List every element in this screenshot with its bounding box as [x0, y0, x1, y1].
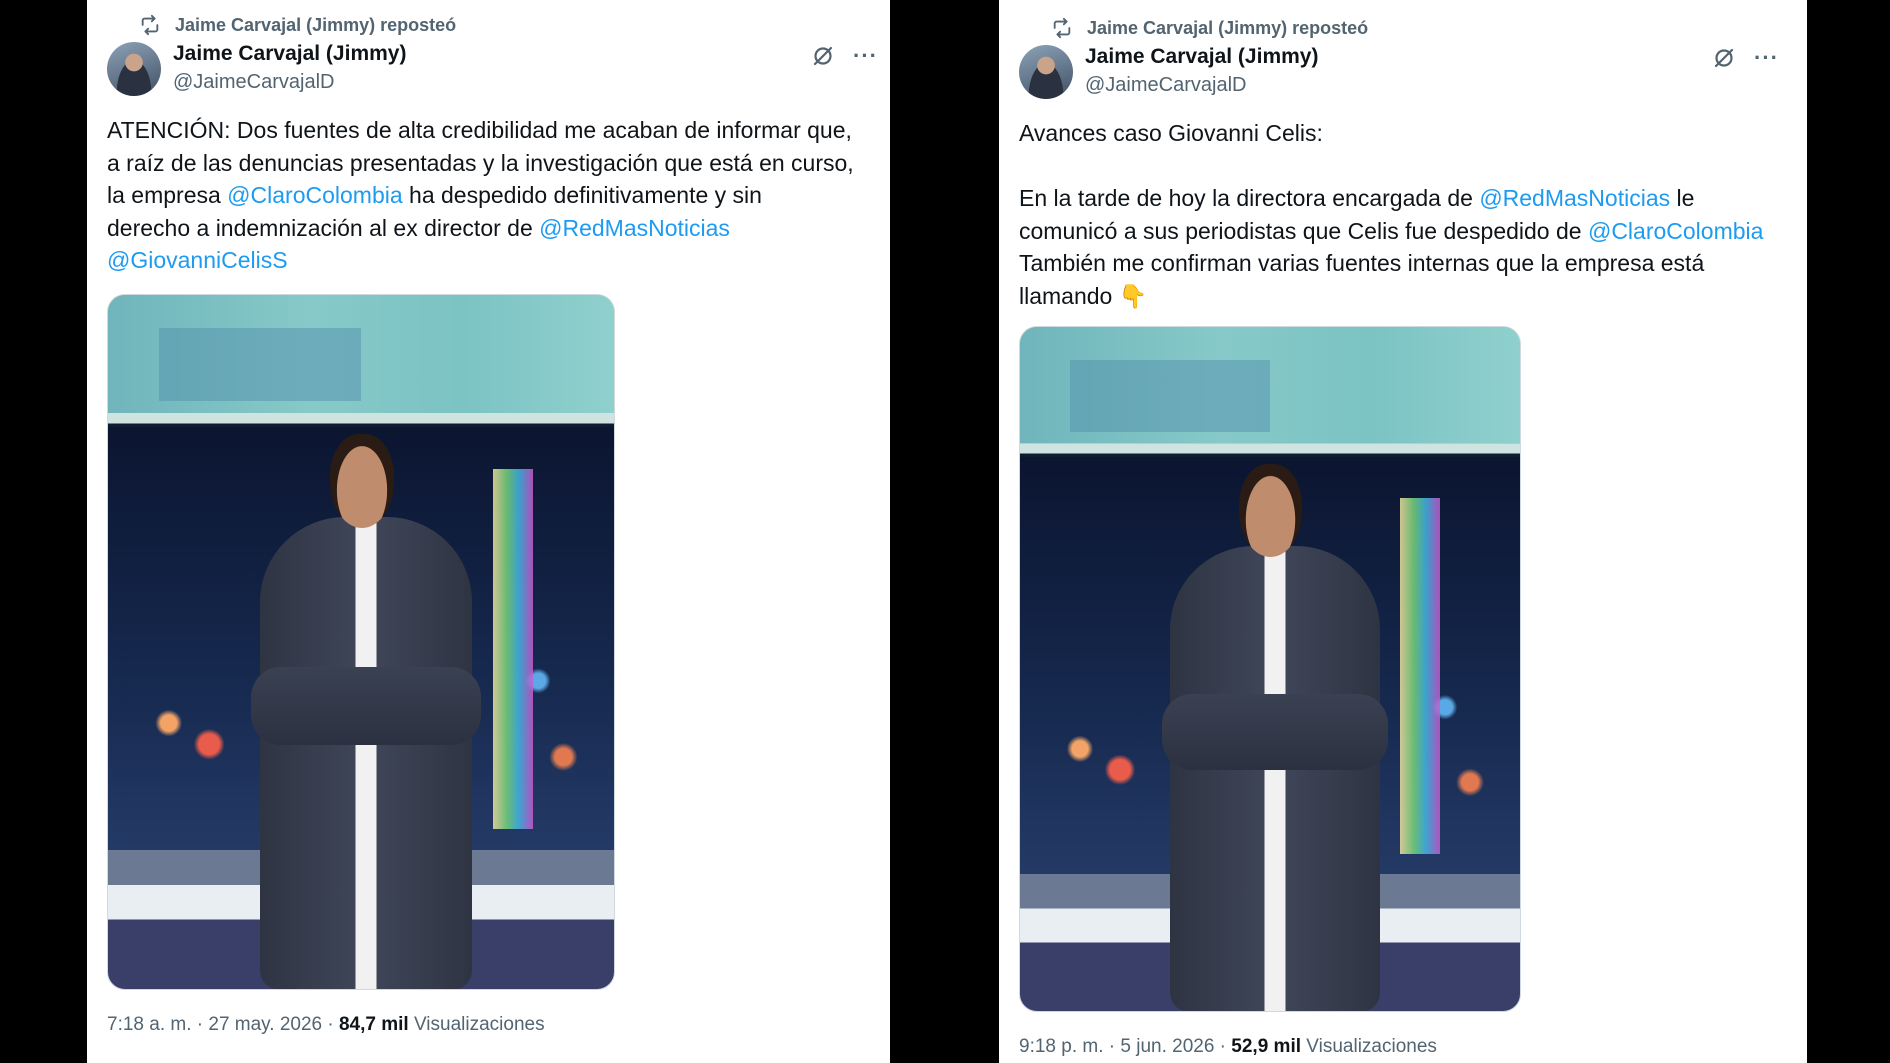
tweet-text-line: En la tarde de hoy la directora encargad…	[1019, 182, 1793, 215]
tweet-text-segment: derecho a indemnización al ex director d…	[107, 214, 540, 241]
photo-person	[251, 433, 481, 989]
tweet-text-segment: Avances caso Giovanni Celis:	[1019, 120, 1323, 146]
screenshot-stage: Jaime Carvajal (Jimmy) reposteó Jaime Ca…	[0, 0, 1890, 1063]
repost-label: Jaime Carvajal (Jimmy) reposteó	[175, 14, 457, 35]
tweet-text: Avances caso Giovanni Celis: En la tarde …	[1019, 117, 1793, 312]
author-block[interactable]: Jaime Carvajal (Jimmy) @JaimeCarvajalD	[1085, 44, 1318, 98]
photo-person-body	[1170, 545, 1380, 1011]
tweet-timestamp[interactable]: 7:18 a. m. · 27 may. 2026 ·	[107, 1014, 339, 1035]
photo-person	[1161, 463, 1389, 1011]
repost-icon	[1053, 17, 1071, 39]
author-handle[interactable]: @JaimeCarvajalD	[1085, 72, 1318, 98]
mention-link[interactable]: @ClaroColombia	[227, 182, 402, 208]
tweet-text-line: También me confirman varias fuentes inte…	[1019, 247, 1793, 280]
mention-link[interactable]: @RedMasNoticias	[1479, 185, 1670, 211]
tweet-text-line: comunicó a sus periodistas que Celis fue…	[1019, 215, 1793, 248]
tweet-text-line: Avances caso Giovanni Celis:	[1019, 117, 1793, 150]
avatar[interactable]	[107, 42, 161, 96]
tweet-card[interactable]: Jaime Carvajal (Jimmy) reposteó Jaime Ca…	[87, 0, 890, 1063]
tweet-text-segment: ha despedido definitivamente y sin	[402, 182, 762, 208]
author-handle[interactable]: @JaimeCarvajalD	[173, 69, 406, 95]
tweet-text-line: llamando 👇	[1019, 280, 1793, 313]
photo-lit-tower	[492, 468, 534, 830]
tweet-media-photo[interactable]	[107, 294, 615, 990]
views-count: 84,7 mil	[338, 1014, 409, 1035]
author-block[interactable]: Jaime Carvajal (Jimmy) @JaimeCarvajalD	[173, 41, 406, 95]
author-name[interactable]: Jaime Carvajal (Jimmy)	[1085, 44, 1318, 70]
tweet-actions-top: ···	[1712, 46, 1779, 70]
tweet-text-line: la empresa @ClaroColombia ha despedido d…	[107, 179, 876, 212]
views-label: Visualizaciones	[408, 1014, 545, 1035]
tweet-card[interactable]: Jaime Carvajal (Jimmy) reposteó Jaime Ca…	[999, 0, 1807, 1063]
author-name[interactable]: Jaime Carvajal (Jimmy)	[173, 41, 406, 67]
tweet-text-line: derecho a indemnización al ex director d…	[107, 212, 876, 245]
tweet-actions-top: ···	[811, 44, 878, 68]
tweet-media-photo[interactable]	[1019, 326, 1521, 1012]
tweet-timestamp[interactable]: 9:18 p. m. · 5 jun. 2026 ·	[1019, 1036, 1231, 1057]
more-icon[interactable]: ···	[853, 45, 878, 67]
repost-icon	[141, 14, 159, 36]
tweet-metadata: 7:18 a. m. · 27 may. 2026 · 84,7 mil Vis…	[107, 1014, 545, 1036]
views-label: Visualizaciones	[1301, 1036, 1437, 1057]
views-count: 52,9 mil	[1231, 1036, 1302, 1057]
photo-person-head	[1239, 463, 1303, 557]
mention-link[interactable]: @GiovanniCelisS	[107, 247, 288, 273]
more-icon[interactable]: ···	[1754, 47, 1779, 69]
photo-person-body	[259, 517, 473, 989]
tweet-text-line: @GiovanniCelisS	[107, 244, 876, 277]
grok-icon[interactable]	[811, 44, 835, 68]
repost-indicator[interactable]: Jaime Carvajal (Jimmy) reposteó	[139, 14, 456, 36]
tweet-text-line: a raíz de las denuncias presentadas y la…	[107, 147, 876, 180]
photo-person-arms	[251, 666, 481, 745]
repost-label: Jaime Carvajal (Jimmy) reposteó	[1087, 17, 1369, 38]
avatar[interactable]	[1019, 45, 1073, 99]
photo-person-head	[329, 433, 394, 529]
mention-link[interactable]: @ClaroColombia	[1588, 218, 1763, 244]
photo-studio-ceiling	[1020, 327, 1520, 444]
photo-lit-tower	[1400, 498, 1440, 854]
tweet-text-line	[1019, 150, 1793, 183]
tweet-text-segment: la empresa	[107, 182, 228, 208]
repost-indicator[interactable]: Jaime Carvajal (Jimmy) reposteó	[1051, 17, 1368, 39]
mention-link[interactable]: @RedMasNoticias	[539, 215, 730, 241]
tweet-text-segment: También me confirman varias fuentes inte…	[1019, 250, 1705, 276]
tweet-text-segment: comunicó a sus periodistas que Celis fue…	[1019, 217, 1588, 244]
tweet-text-line: ATENCIÓN: Dos fuentes de alta credibilid…	[107, 114, 876, 147]
grok-icon[interactable]	[1712, 46, 1736, 70]
tweet-text: ATENCIÓN: Dos fuentes de alta credibilid…	[107, 114, 876, 277]
tweet-text-segment: llamando 👇	[1019, 282, 1148, 309]
tweet-text-segment: a raíz de las denuncias presentadas y la…	[107, 149, 854, 176]
photo-studio-ceiling	[108, 295, 614, 413]
tweet-text-segment: le	[1670, 185, 1695, 211]
photo-person-arms	[1161, 693, 1389, 771]
tweet-text-segment: ATENCIÓN: Dos fuentes de alta credibilid…	[107, 117, 852, 143]
tweet-text-segment: En la tarde de hoy la directora encargad…	[1019, 185, 1480, 211]
tweet-metadata: 9:18 p. m. · 5 jun. 2026 · 52,9 mil Visu…	[1019, 1036, 1437, 1058]
